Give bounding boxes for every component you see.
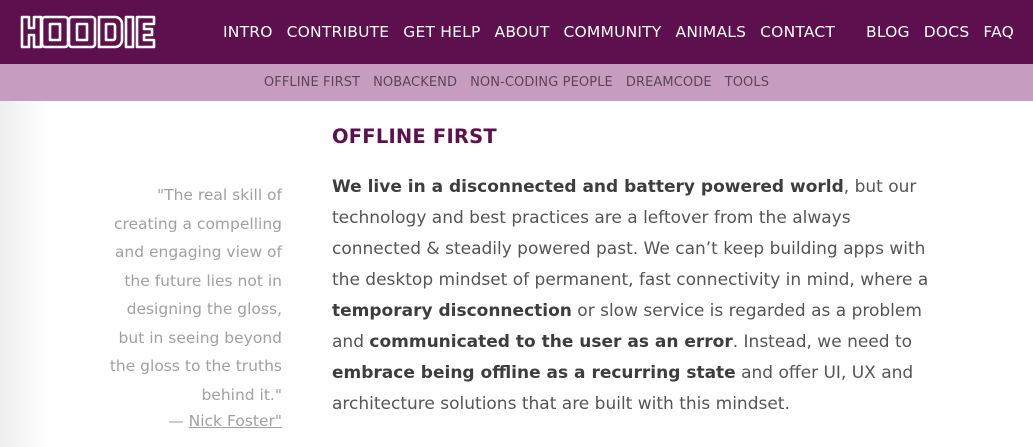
main-navigation: INTRO CONTRIBUTE GET HELP ABOUT COMMUNIT…: [216, 0, 842, 64]
section-title: OFFLINE FIRST: [332, 125, 497, 148]
quote-dash: —: [168, 412, 189, 430]
subnav-non-coding-people[interactable]: NON-CODING PEOPLE: [464, 75, 620, 90]
quote-line: behind it.": [201, 385, 282, 404]
sub-navigation-bar: OFFLINE FIRST NOBACKEND NON-CODING PEOPL…: [0, 64, 1033, 101]
left-shadow-decoration: [0, 101, 50, 447]
subnav-offline-first[interactable]: OFFLINE FIRST: [257, 75, 366, 90]
quote-line: the future lies not in: [124, 271, 282, 290]
quote-line: and engaging view of: [114, 243, 282, 261]
emphasis-disconnected-world: We live in a disconnected and battery po…: [332, 177, 844, 197]
nav-contact[interactable]: CONTACT: [753, 0, 842, 64]
nav-faq[interactable]: FAQ: [976, 0, 1021, 64]
emphasis-communicated-error: communicated to the user as an error: [369, 332, 733, 352]
quote-line: but in seeing beyond: [118, 328, 282, 347]
nav-about[interactable]: ABOUT: [488, 0, 557, 64]
nav-get-help[interactable]: GET HELP: [396, 0, 487, 64]
emphasis-embrace-offline: embrace being offline as a recurring sta…: [332, 363, 736, 383]
nav-docs[interactable]: DOCS: [917, 0, 977, 64]
secondary-navigation: BLOG DOCS FAQ: [859, 0, 1021, 64]
nav-contribute[interactable]: CONTRIBUTE: [280, 0, 397, 64]
subnav-nobackend[interactable]: NOBACKEND: [367, 75, 464, 90]
nav-blog[interactable]: BLOG: [859, 0, 917, 64]
pull-quote: "The real skill of creating a compelling…: [96, 181, 282, 409]
subnav-tools[interactable]: TOOLS: [718, 75, 775, 90]
quote-line: the gloss to the truths: [109, 357, 282, 375]
nav-intro[interactable]: INTRO: [216, 0, 280, 64]
quote-author-link[interactable]: Nick Foster": [189, 412, 282, 430]
quote-line: creating a compelling: [113, 214, 282, 233]
quote-line: "The real skill of: [156, 186, 282, 204]
section-paragraph: We live in a disconnected and battery po…: [332, 172, 932, 420]
subnav-dreamcode[interactable]: DREAMCODE: [619, 75, 718, 90]
nav-animals[interactable]: ANIMALS: [669, 0, 754, 64]
hoodie-logo[interactable]: [20, 15, 156, 49]
quote-attribution: — Nick Foster": [96, 407, 282, 435]
emphasis-temporary-disconnection: temporary disconnection: [332, 301, 572, 321]
quote-line: designing the gloss,: [126, 300, 282, 318]
paragraph-text: . Instead, we need to: [732, 332, 913, 352]
top-navigation-bar: INTRO CONTRIBUTE GET HELP ABOUT COMMUNIT…: [0, 0, 1033, 64]
nav-community[interactable]: COMMUNITY: [557, 0, 669, 64]
